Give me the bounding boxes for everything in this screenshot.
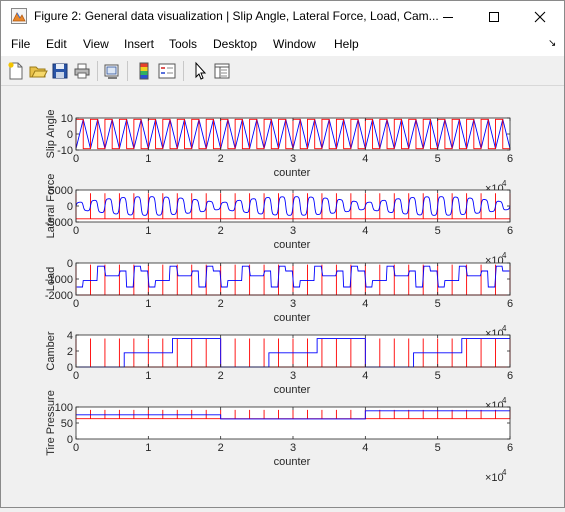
x-tick-label: 5: [435, 442, 441, 454]
x-tick-label: 0: [73, 225, 79, 237]
menu-help[interactable]: Help: [334, 37, 359, 51]
x-axis-label: counter: [274, 456, 311, 468]
toolbar-separator: [127, 61, 128, 81]
x-tick-label: 1: [145, 225, 151, 237]
menu-edit[interactable]: Edit: [46, 37, 67, 51]
figure-canvas[interactable]: 0 1 2 3 4 5 6 -10 0 10 counter ×10 4 Slip Angle 0 1 2 3 4 5…: [1, 86, 564, 507]
x-tick-label: 5: [435, 298, 441, 310]
x-tick-label: 6: [507, 370, 513, 382]
x-tick-label: 2: [218, 153, 224, 165]
x-axis-label: counter: [274, 312, 311, 324]
print-icon[interactable]: [72, 61, 92, 81]
x-tick-label: 6: [507, 225, 513, 237]
x-tick-label: 4: [362, 370, 368, 382]
toolbar-separator: [97, 61, 98, 81]
y-axis-label: Load: [45, 267, 57, 291]
save-icon[interactable]: [50, 61, 70, 81]
maximize-icon: [489, 11, 499, 22]
x-axis-label: counter: [274, 384, 311, 396]
x-tick-label: 1: [145, 442, 151, 454]
x-tick-label: 5: [435, 153, 441, 165]
toolbar-separator: [183, 61, 184, 81]
x-tick-label: 5: [435, 225, 441, 237]
menu-file[interactable]: File: [11, 37, 30, 51]
x-tick-label: 4: [362, 225, 368, 237]
y-axis-label: Camber: [45, 331, 57, 370]
x-tick-label: 4: [362, 153, 368, 165]
x-axis-label: counter: [274, 167, 311, 179]
y-tick-label: 0: [67, 434, 73, 446]
menu-tools[interactable]: Tools: [169, 37, 197, 51]
figure-window: Figure 2: General data visualization | S…: [0, 0, 565, 508]
y-tick-label: 100: [55, 402, 73, 414]
close-button[interactable]: [517, 1, 563, 32]
x-tick-label: 0: [73, 442, 79, 454]
menu-view[interactable]: View: [83, 37, 109, 51]
x-tick-label: 1: [145, 298, 151, 310]
figure-toolbar: [1, 56, 564, 86]
link-plot-icon[interactable]: [102, 61, 122, 81]
y-tick-label: 0: [67, 201, 73, 213]
dock-arrow-icon[interactable]: ↘: [548, 38, 556, 49]
y-tick-label: 0: [67, 129, 73, 141]
series-line-2: [75, 118, 510, 150]
x-tick-label: 2: [218, 370, 224, 382]
x-tick-label: 2: [218, 298, 224, 310]
matlab-figure-icon: [11, 8, 27, 24]
x-tick-label: 6: [507, 442, 513, 454]
x-tick-label: 6: [507, 298, 513, 310]
minimize-icon: [443, 16, 453, 18]
maximize-button[interactable]: [471, 1, 517, 32]
x-tick-label: 1: [145, 370, 151, 382]
property-inspector-icon[interactable]: [212, 61, 232, 81]
x-tick-label: 1: [145, 153, 151, 165]
axis-exponent-power: 4: [502, 251, 507, 260]
x-axis-label: counter: [274, 239, 311, 251]
y-tick-label: 4: [67, 330, 73, 342]
x-tick-label: 3: [290, 442, 296, 454]
menu-insert[interactable]: Insert: [124, 37, 154, 51]
menu-bar: File Edit View Insert Tools Desktop Wind…: [1, 32, 564, 56]
x-tick-label: 2: [218, 225, 224, 237]
axis-exponent-power: 4: [502, 468, 507, 477]
y-tick-label: 0: [67, 362, 73, 374]
subplot-area[interactable]: 0 1 2 3 4 5 6-10010counter×104Slip Angle0 1 2 3 4 5…: [1, 86, 564, 507]
axis-exponent-label: ×10: [485, 472, 504, 484]
close-icon: [534, 11, 546, 22]
y-tick-label: -10: [57, 145, 73, 157]
y-tick-label: 50: [61, 418, 73, 430]
x-tick-label: 0: [73, 298, 79, 310]
open-file-icon[interactable]: [28, 61, 48, 81]
y-axis-label: Slip Angle: [45, 110, 57, 159]
y-axis-label: Tire Pressure: [45, 390, 57, 456]
menu-window[interactable]: Window: [273, 37, 316, 51]
x-tick-label: 3: [290, 298, 296, 310]
new-figure-icon[interactable]: [6, 61, 26, 81]
x-tick-label: 4: [362, 298, 368, 310]
x-tick-label: 0: [73, 370, 79, 382]
x-tick-label: 3: [290, 153, 296, 165]
axis-exponent-power: 4: [502, 179, 507, 188]
window-title: Figure 2: General data visualization | S…: [34, 9, 439, 23]
axis-exponent-power: 4: [502, 324, 507, 333]
minimize-button[interactable]: [425, 1, 471, 32]
axis-exponent-power: 4: [502, 396, 507, 405]
x-tick-label: 2: [218, 442, 224, 454]
y-tick-label: 2: [67, 346, 73, 358]
y-tick-label: 0: [67, 258, 73, 270]
x-tick-label: 5: [435, 370, 441, 382]
edit-plot-pointer-icon[interactable]: [190, 61, 210, 81]
colorbar-icon[interactable]: [134, 61, 154, 81]
x-tick-label: 4: [362, 442, 368, 454]
x-tick-label: 3: [290, 225, 296, 237]
x-tick-label: 0: [73, 153, 79, 165]
y-tick-label: 10: [61, 113, 73, 125]
y-axis-label: Lateral Force: [45, 174, 57, 239]
legend-icon[interactable]: [157, 61, 177, 81]
x-tick-label: 6: [507, 153, 513, 165]
menu-desktop[interactable]: Desktop: [213, 37, 257, 51]
x-tick-label: 3: [290, 370, 296, 382]
title-bar[interactable]: Figure 2: General data visualization | S…: [1, 1, 564, 32]
